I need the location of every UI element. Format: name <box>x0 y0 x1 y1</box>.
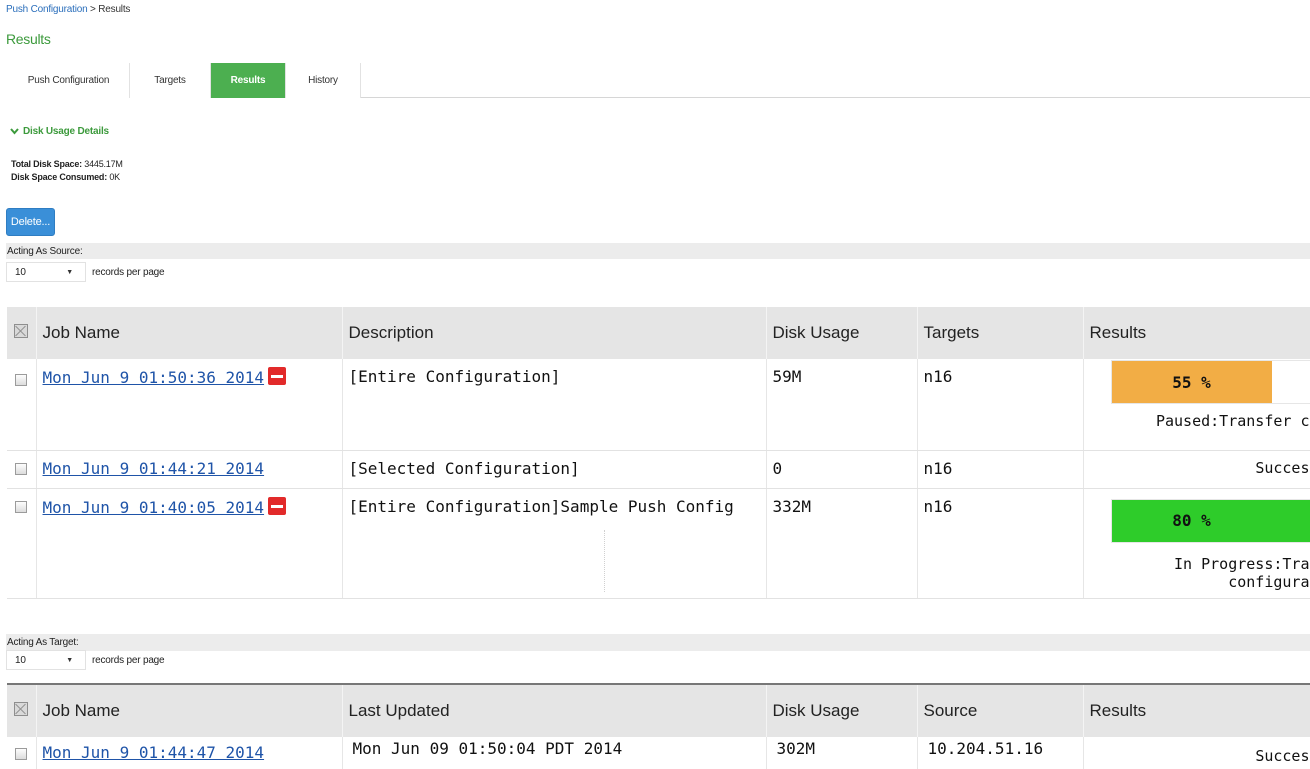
column-header[interactable]: Description <box>342 307 767 359</box>
status-text: Succes <box>1255 458 1310 477</box>
row-select-cell <box>7 488 37 599</box>
tab-push-configuration[interactable]: Push Configuration <box>8 63 130 98</box>
tab-targets[interactable]: Targets <box>130 63 211 98</box>
select-all-checkbox[interactable] <box>14 324 29 338</box>
status-text-continued: configura <box>1228 572 1310 591</box>
job-link[interactable]: Mon Jun 9 01:50:36 2014 <box>43 368 265 387</box>
select-all-checkbox[interactable] <box>14 702 29 716</box>
targets-cell: n16 <box>917 359 1084 451</box>
tab-history[interactable]: History <box>286 63 361 98</box>
chevron-down-icon: ▼ <box>66 656 73 664</box>
description-cell: [Selected Configuration] <box>342 450 767 489</box>
job-name-cell: Mon Jun 9 01:44:21 2014 <box>36 450 343 489</box>
source-per-page-select[interactable]: 10 ▼ <box>6 262 86 282</box>
select-all-cell[interactable] <box>7 684 37 737</box>
breadcrumb-separator: > <box>87 4 99 15</box>
progress-label: 55 % <box>1172 372 1211 392</box>
targets-cell: n16 <box>917 450 1084 489</box>
page-title: Results <box>6 31 51 47</box>
status-text: In Progress:Tra <box>1174 554 1310 573</box>
breadcrumb-current: Results <box>98 4 131 15</box>
results-cell: 80 % In Progress:Tra configura <box>1083 488 1310 599</box>
column-header[interactable]: Targets <box>917 307 1084 359</box>
row-checkbox[interactable] <box>15 501 28 513</box>
disk-usage-cell: 0 <box>766 450 918 489</box>
progress-label: 80 % <box>1172 511 1211 530</box>
select-all-cell[interactable] <box>7 307 37 359</box>
table-header-row: Job Name Last Updated Disk Usage Source … <box>7 684 1310 737</box>
results-cell: 55 % Paused:Transfer c <box>1083 359 1310 451</box>
row-select-cell <box>7 359 37 451</box>
tab-results[interactable]: Results <box>211 63 286 98</box>
table-row: Mon Jun 9 01:44:47 2014 Mon Jun 09 01:50… <box>7 737 1310 769</box>
total-disk-space-value: 3445.17M <box>84 159 123 169</box>
row-select-cell <box>7 450 37 489</box>
results-cell: Succes <box>1083 450 1310 489</box>
status-text: Succes <box>1255 747 1310 765</box>
column-header[interactable]: Last Updated <box>342 684 767 737</box>
job-name-cell: Mon Jun 9 01:44:47 2014 <box>36 737 343 769</box>
column-header[interactable]: Source <box>917 684 1084 737</box>
source-jobs-table: Job Name Description Disk Usage Targets … <box>7 307 1310 599</box>
table-header-row: Job Name Description Disk Usage Targets … <box>7 307 1310 359</box>
job-link[interactable]: Mon Jun 9 01:40:05 2014 <box>43 498 265 517</box>
row-checkbox[interactable] <box>15 373 28 386</box>
total-disk-space: Total Disk Space: 3445.17M <box>11 159 123 169</box>
stop-icon[interactable] <box>268 367 287 385</box>
row-checkbox[interactable] <box>15 463 28 475</box>
target-per-page-select[interactable]: 10 ▼ <box>6 650 86 670</box>
disk-usage-header: Disk Usage Details <box>23 126 109 137</box>
table-row: Mon Jun 9 01:40:05 2014 [Entire Configur… <box>7 488 1310 599</box>
disk-usage-cell: 302M <box>766 737 918 769</box>
disk-space-consumed-label: Disk Space Consumed: <box>11 172 108 182</box>
tab-bar: Push Configuration Targets Results Histo… <box>8 63 1310 98</box>
delete-button[interactable]: Delete... <box>6 208 55 236</box>
table-row: Mon Jun 9 01:50:36 2014 [Entire Configur… <box>7 359 1310 451</box>
job-name-cell: Mon Jun 9 01:50:36 2014 <box>36 359 343 451</box>
column-header[interactable]: Job Name <box>36 684 343 737</box>
stop-icon[interactable] <box>268 496 287 515</box>
job-name-cell: Mon Jun 9 01:40:05 2014 <box>36 488 343 599</box>
target-jobs-table: Job Name Last Updated Disk Usage Source … <box>7 683 1310 769</box>
column-header[interactable]: Results <box>1083 684 1310 737</box>
disk-space-consumed: Disk Space Consumed: 0K <box>11 172 120 182</box>
source-records-per-page: 10 ▼ records per page <box>6 262 165 282</box>
breadcrumb-link-push-configuration[interactable]: Push Configuration <box>6 4 88 15</box>
column-header[interactable]: Disk Usage <box>766 684 918 737</box>
breadcrumb: Push Configuration > Results <box>6 4 130 15</box>
target-per-page-suffix: records per page <box>92 654 165 666</box>
column-header[interactable]: Results <box>1083 307 1310 359</box>
target-section-label: Acting As Target: <box>6 634 1310 651</box>
source-per-page-value: 10 <box>15 266 26 278</box>
source-section-label: Acting As Source: <box>6 243 1310 259</box>
disk-usage-cell: 59M <box>766 359 918 451</box>
target-per-page-value: 10 <box>15 654 26 666</box>
description-cell: [Entire Configuration] <box>342 359 767 451</box>
disk-space-consumed-value: 0K <box>109 172 120 182</box>
source-cell: 10.204.51.16 <box>917 737 1084 769</box>
total-disk-space-label: Total Disk Space: <box>11 159 82 169</box>
target-records-per-page: 10 ▼ records per page <box>6 650 165 670</box>
job-link[interactable]: Mon Jun 9 01:44:47 2014 <box>43 743 265 762</box>
progress-bar: 55 % <box>1110 360 1309 404</box>
description-cell: [Entire Configuration]Sample Push Config <box>342 488 767 599</box>
status-text: Paused:Transfer c <box>1155 412 1310 430</box>
progress-bar: 80 % <box>1110 498 1309 543</box>
column-header[interactable]: Job Name <box>36 307 343 359</box>
table-row: Mon Jun 9 01:44:21 2014 [Selected Config… <box>7 450 1310 489</box>
chevron-down-icon <box>10 128 19 135</box>
job-link[interactable]: Mon Jun 9 01:44:21 2014 <box>43 459 265 478</box>
last-updated-cell: Mon Jun 09 01:50:04 PDT 2014 <box>342 737 767 769</box>
row-checkbox[interactable] <box>15 747 28 760</box>
row-select-cell <box>7 737 37 769</box>
source-per-page-suffix: records per page <box>92 266 165 278</box>
column-header[interactable]: Disk Usage <box>766 307 918 359</box>
targets-cell: n16 <box>917 488 1084 599</box>
divider <box>604 530 605 592</box>
results-cell: Succes <box>1083 737 1310 769</box>
disk-usage-toggle[interactable]: Disk Usage Details <box>10 126 109 137</box>
disk-usage-cell: 332M <box>766 488 918 599</box>
chevron-down-icon: ▼ <box>66 268 73 276</box>
